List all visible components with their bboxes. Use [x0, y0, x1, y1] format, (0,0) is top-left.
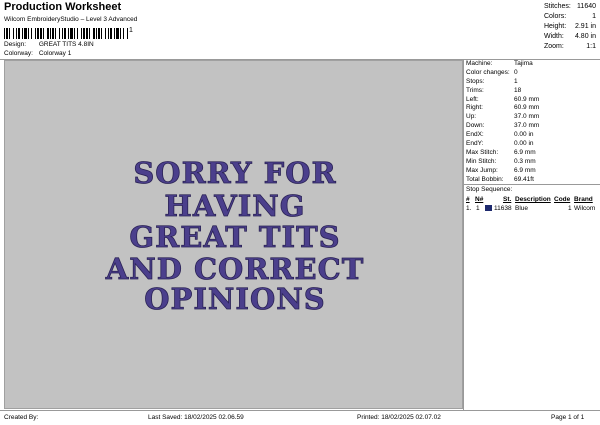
barcode: [4, 26, 128, 39]
footer-page: Page 1 of 1: [551, 414, 585, 421]
software-subtitle: Wilcom EmbroideryStudio – Level 3 Advanc…: [4, 16, 138, 23]
design-text-line-5: OPINIONS: [144, 282, 325, 316]
table-header: # N# St. Description Code Brand: [466, 195, 598, 204]
colorway-label: Colorway:: [4, 50, 33, 57]
design-text-line-1: SORRY FOR: [133, 156, 336, 190]
info-max-stitch: Max Stitch: 6.9 mm: [466, 148, 536, 156]
col-header-code: Code: [554, 196, 571, 203]
page-title: Production Worksheet: [4, 1, 122, 13]
colorway-row: Colorway: Colorway 1: [4, 50, 71, 57]
panel-divider: [463, 59, 464, 410]
footer-created-by: Created By:: [4, 414, 39, 421]
info-down: Down: 37.0 mm: [466, 122, 540, 130]
info-max-jump: Max Jump: 6.9 mm: [466, 166, 536, 174]
col-header-st: St.: [503, 196, 512, 203]
info-trims: Trims: 18: [466, 86, 522, 94]
design-row: Design: GREAT TITS 4.8IN: [4, 41, 94, 48]
design-value: GREAT TITS 4.8IN: [38, 41, 94, 48]
stat-stitches: Stitches: 11640: [544, 3, 596, 10]
barcode-graphic: [4, 28, 128, 39]
col-header-brand: Brand: [574, 196, 593, 203]
thread-color-swatch: [485, 205, 492, 211]
row-stitches: 11638: [494, 205, 512, 212]
machine-info: Machine: Tajima Color changes: 0 Stops: 1 T…: [466, 60, 598, 184]
embroidery-design: SORRY FOR HAVING GREAT TITS AND CORRECT …: [104, 156, 365, 317]
table-row: 1. 1 11638 Blue 1 Wilcom: [466, 204, 598, 213]
top-stats: Stitches: 11640 Colors: 1 Height: 2.91 in W…: [544, 2, 598, 52]
row-code: 1: [568, 205, 572, 212]
info-endy: EndY: 0.00 in: [466, 140, 534, 148]
sequence-divider: [463, 184, 600, 185]
col-header-num: #: [466, 196, 470, 203]
stop-sequence-heading: Stop Sequence:: [466, 186, 513, 193]
col-header-n: N#: [475, 196, 484, 203]
design-text-line-4: AND CORRECT: [105, 252, 365, 286]
design-label: Design:: [4, 41, 27, 48]
stat-height: Height: 2.91 in: [544, 23, 596, 30]
info-color-changes: Color changes: 0: [466, 68, 518, 76]
colorway-value: Colorway 1: [38, 50, 72, 57]
info-up: Up: 37.0 mm: [466, 113, 540, 121]
footer-printed: Printed: 18/02/2025 02.07.02: [357, 414, 441, 421]
info-left: Left: 60.9 mm: [466, 95, 540, 103]
design-preview: SORRY FOR HAVING GREAT TITS AND CORRECT …: [4, 60, 463, 409]
footer: Created By: Last Saved: 18/02/2025 02.06…: [0, 410, 600, 425]
col-header-description: Description: [515, 196, 551, 203]
info-right: Right: 60.9 mm: [466, 104, 540, 112]
info-min-stitch: Min Stitch: 0.3 mm: [466, 157, 536, 165]
row-description: Blue: [515, 205, 529, 212]
stat-colors: Colors: 1: [544, 13, 596, 20]
barcode-suffix: 1: [129, 27, 133, 34]
design-text-line-3: GREAT TITS: [129, 220, 340, 254]
row-n: 1: [476, 205, 480, 212]
design-text-line-2: HAVING: [164, 189, 305, 223]
row-num: 1.: [466, 205, 472, 212]
stat-zoom: Zoom: 1:1: [544, 43, 596, 50]
row-brand: Wilcom: [574, 205, 596, 212]
info-endx: EndX: 0.00 in: [466, 131, 534, 139]
stop-sequence-table: # N# St. Description Code Brand 1. 1 116…: [466, 195, 598, 213]
stat-width: Width: 4.80 in: [544, 33, 596, 40]
info-stops: Stops: 1: [466, 77, 518, 85]
footer-last-saved: Last Saved: 18/02/2025 02.06.59: [148, 414, 244, 421]
info-machine: Machine: Tajima: [466, 60, 533, 67]
